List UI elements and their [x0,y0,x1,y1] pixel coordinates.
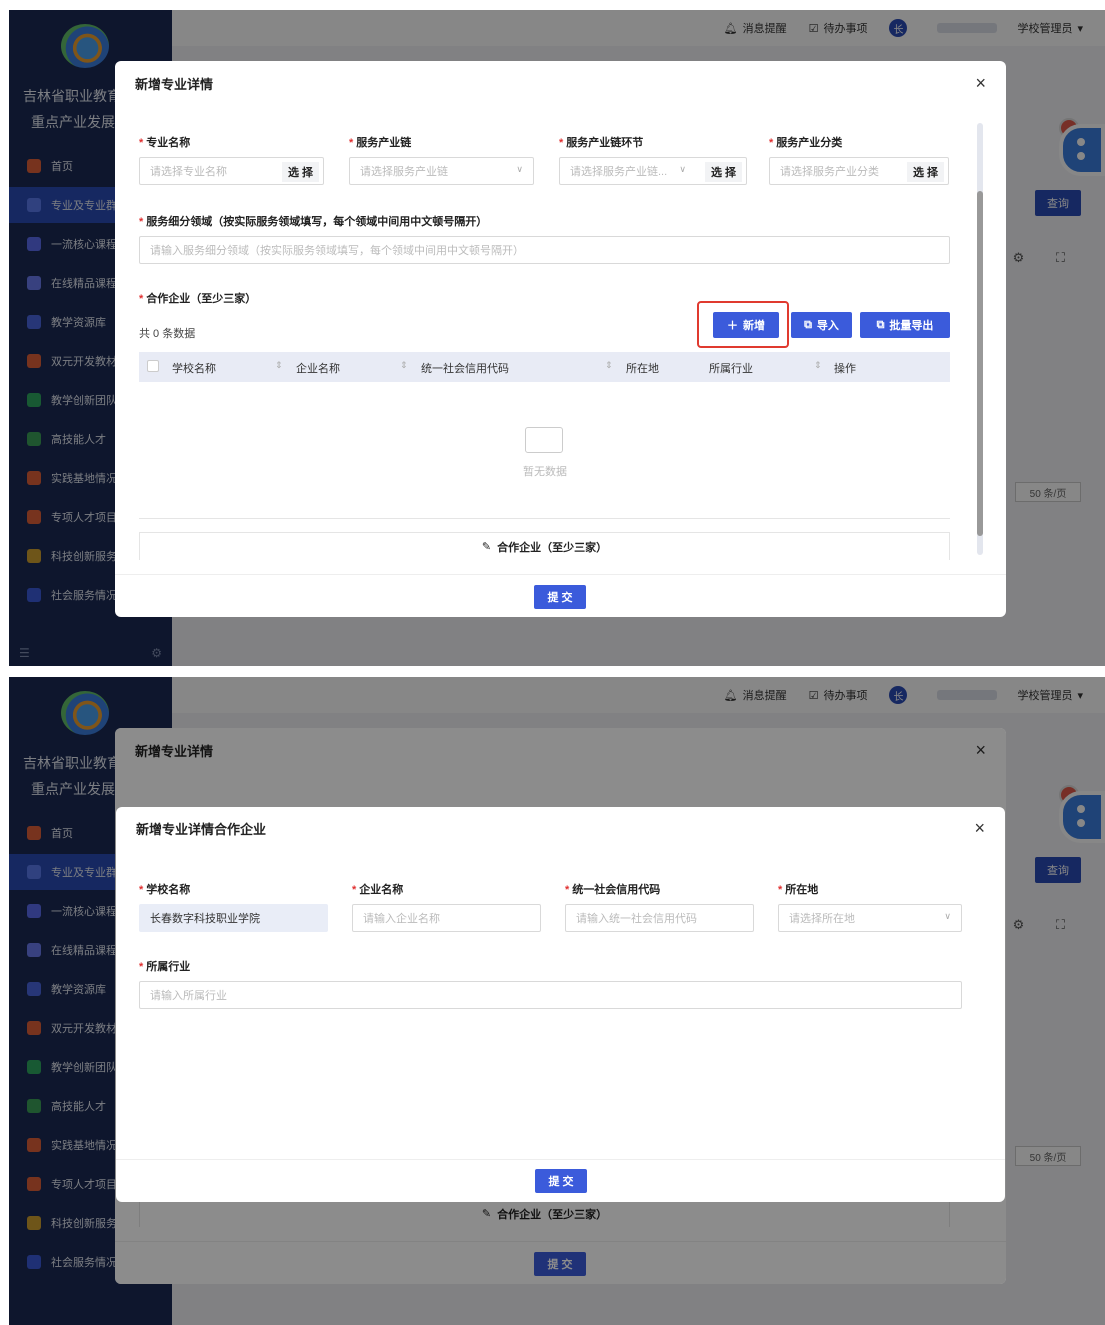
school-input[interactable]: 长春数字科技职业学院 [139,904,328,932]
company-label: * 企业名称 [352,884,404,896]
category-placeholder: 请选择服务产业分类 [780,166,879,178]
chain-label: * 服务产业链 [349,137,412,149]
table-header: 学校名称 ⇕ 企业名称 ⇕ 统一社会信用代码 ⇕ 所在地 所属行业 ⇕ 操作 [139,352,950,382]
add-button[interactable]: ＋ 新增 [713,312,779,338]
empty-inbox-icon [525,427,563,453]
chain-link-input[interactable]: 请选择服务产业链... ∨ 选 择 [559,157,747,185]
import-button-label: 导入 [816,320,839,332]
screenshot-add-partner-dialog: 吉林省职业教育 重点产业发展 首页 专业及专业群 一流核心课程 在线精品课程 教… [9,677,1105,1325]
scrollbar-thumb[interactable] [977,191,983,536]
credit-code-label: * 统一社会信用代码 [565,884,661,896]
dialog-title: 新增专业详情合作企业 [136,821,267,837]
chain-link-placeholder: 请选择服务产业链... [570,166,668,178]
chain-link-label: * 服务产业链环节 [559,137,644,149]
chain-select[interactable]: 请选择服务产业链 ∨ [349,157,534,185]
chevron-down-icon: ∨ [516,164,523,174]
chevron-down-icon: ∨ [679,164,686,174]
domain-input[interactable]: 请输入服务细分领域（按实际服务领域填写，每个领域中间用中文顿号隔开） [139,236,950,264]
record-count: 共 0 条数据 [139,328,196,340]
location-select[interactable]: 请选择所在地 ∨ [778,904,962,932]
major-name-label: * 专业名称 [139,137,191,149]
category-input[interactable]: 请选择服务产业分类 选 择 [769,157,949,185]
sort-icon[interactable]: ⇕ [814,360,822,371]
export-button-label: 批量导出 [889,320,934,332]
submit-button[interactable]: 提 交 [535,1169,587,1193]
company-placeholder: 请输入企业名称 [363,913,440,925]
add-major-dialog: 新增专业详情 × * 专业名称 * 服务产业链 * 服务产业链环节 * 服务产业分类 请… [115,61,1006,617]
chevron-down-icon: ∨ [944,911,951,921]
import-icon: ⧉ [804,318,812,331]
import-button[interactable]: ⧉ 导入 [791,312,852,338]
company-input[interactable]: 请输入企业名称 [352,904,541,932]
school-label: * 学校名称 [139,884,191,896]
close-icon[interactable]: × [975,73,986,94]
partners-label: * 合作企业（至少三家） [139,293,257,305]
dialog-title: 新增专业详情 [135,76,214,92]
select-all-checkbox[interactable] [147,360,159,372]
domain-label: * 服务细分领域（按实际服务领域填写，每个领域中间用中文顿号隔开） [139,216,488,228]
submit-button[interactable]: 提 交 [534,585,586,609]
section-footer-label: 合作企业（至少三家） [497,541,608,554]
partners-section-footer[interactable]: ✎ 合作企业（至少三家） [139,532,950,560]
export-icon: ⧉ [876,318,885,331]
major-name-placeholder: 请选择专业名称 [150,166,227,178]
major-name-input[interactable]: 请选择专业名称 选 择 [139,157,324,185]
category-select-button[interactable]: 选 择 [906,162,944,182]
chain-link-select-button[interactable]: 选 择 [704,162,742,182]
chain-placeholder: 请选择服务产业链 [360,166,448,178]
credit-code-input[interactable]: 请输入统一社会信用代码 [565,904,754,932]
col-location[interactable]: 所在地 [626,360,659,376]
sort-icon[interactable]: ⇕ [400,360,408,371]
col-school[interactable]: 学校名称 [172,360,216,376]
plus-icon: ＋ [727,320,738,332]
empty-text: 暂无数据 [523,466,567,478]
sort-icon[interactable]: ⇕ [275,360,283,371]
credit-code-placeholder: 请输入统一社会信用代码 [576,913,697,925]
edit-icon: ✎ [481,541,492,553]
dialog-footer [115,574,1006,575]
location-placeholder: 请选择所在地 [789,913,855,925]
add-button-label: 新增 [743,320,765,332]
dialog-footer [116,1159,1005,1160]
industry-label: * 所属行业 [139,961,191,973]
col-company[interactable]: 企业名称 [296,360,340,376]
major-select-button[interactable]: 选 择 [281,162,319,182]
close-icon[interactable]: × [974,818,985,839]
industry-input[interactable]: 请输入所属行业 [139,981,962,1009]
location-label: * 所在地 [778,884,819,896]
add-partner-dialog: 新增专业详情合作企业 × * 学校名称 * 企业名称 * 统一社会信用代码 * 所在地 … [116,807,1005,1202]
export-button[interactable]: ⧉ 批量导出 [860,312,950,338]
divider [139,518,950,519]
domain-placeholder: 请输入服务细分领域（按实际服务领域填写，每个领域中间用中文顿号隔开） [150,245,524,257]
industry-placeholder: 请输入所属行业 [150,990,227,1002]
category-label: * 服务产业分类 [769,137,843,149]
col-actions: 操作 [834,363,856,375]
screenshot-add-major-dialog: 吉林省职业教育 重点产业发展 首页 专业及专业群 一流核心课程 在线精品课程 教… [9,10,1105,666]
col-credit-code[interactable]: 统一社会信用代码 [421,360,509,376]
sort-icon[interactable]: ⇕ [605,360,613,371]
col-industry[interactable]: 所属行业 [709,360,753,376]
